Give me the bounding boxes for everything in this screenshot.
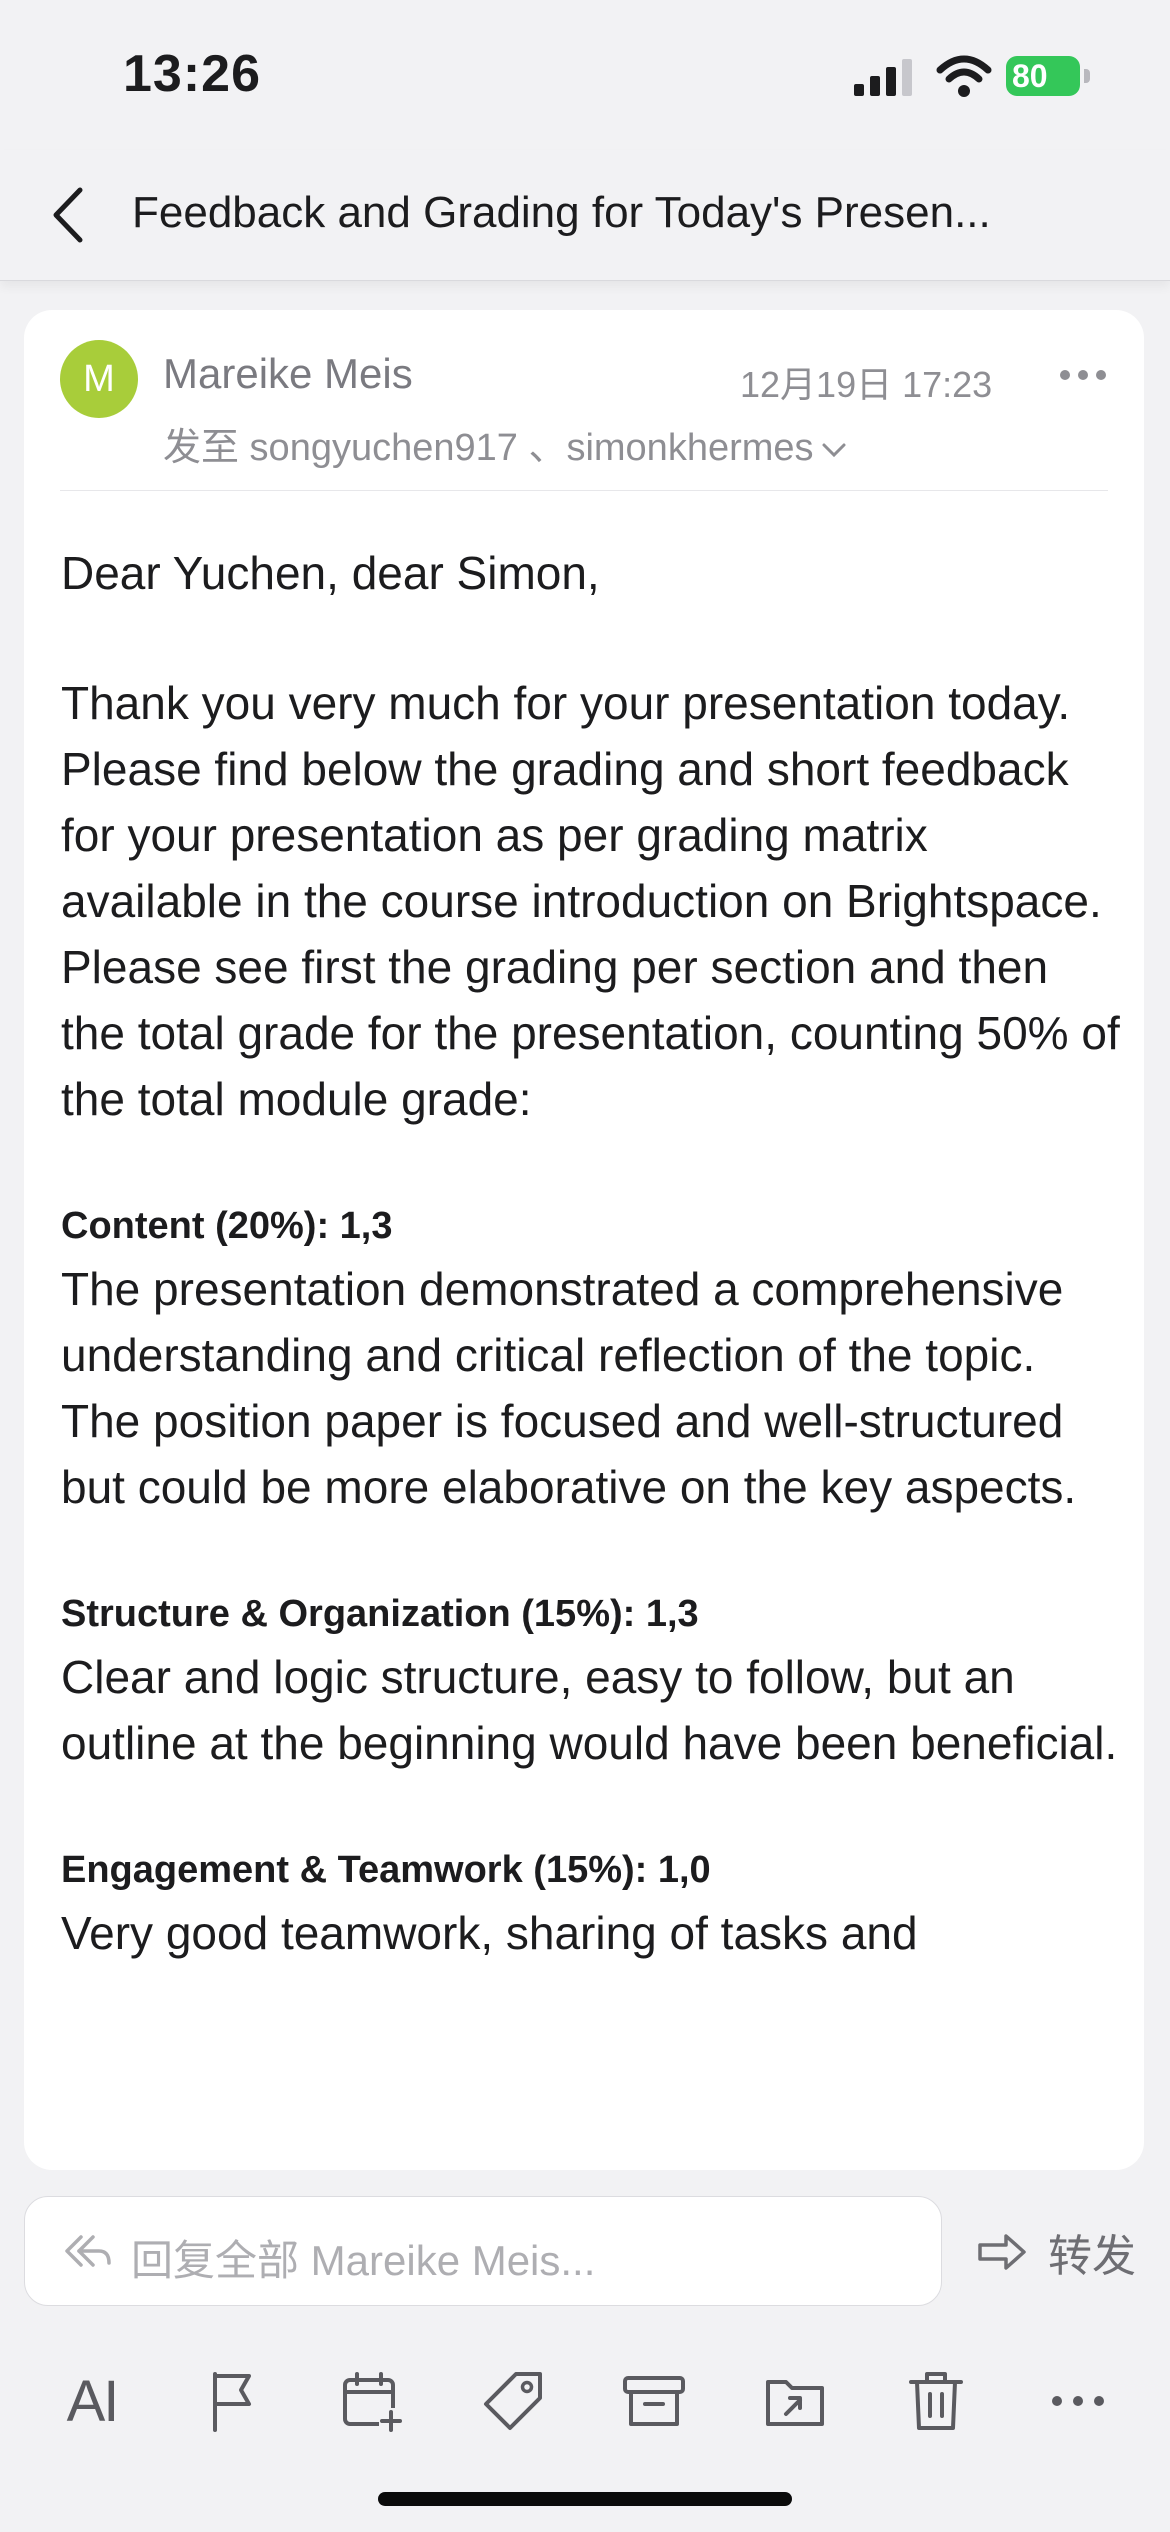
move-folder-button[interactable] [755,2356,835,2446]
section-text: Clear and logic structure, easy to follo… [61,1651,1118,1769]
status-time: 13:26 [123,45,261,103]
battery-indicator: 80 [1006,56,1096,98]
section-text: Very good teamwork, sharing of tasks and [61,1907,918,1959]
trash-button[interactable] [896,2356,976,2446]
reply-all-input[interactable]: 回复全部 Mareike Meis... [24,2196,942,2306]
more-actions-button[interactable] [1038,2356,1118,2446]
navigation-bar: Feedback and Grading for Today's Presen.… [0,150,1170,281]
archive-icon [623,2376,685,2426]
bottom-bar: 回复全部 Mareike Meis... 转发 AI [0,2170,1170,2532]
section-text: The presentation demonstrated a comprehe… [61,1263,1077,1513]
cellular-signal-icon [854,59,912,96]
more-icon[interactable] [1058,362,1108,388]
tag-button[interactable] [473,2356,553,2446]
archive-button[interactable] [614,2356,694,2446]
recipients-text: 发至 songyuchen917 、simonkhermes [163,427,814,469]
back-chevron-icon[interactable] [46,182,94,248]
ai-label: AI [66,2368,120,2434]
battery-level: 80 [1012,57,1048,94]
email-date: 12月19日 17:23 [740,364,993,405]
email-body: Dear Yuchen, dear Simon, Thank you very … [61,540,1121,1966]
trash-icon [909,2372,963,2430]
avatar[interactable]: M [60,340,138,418]
flag-button[interactable] [192,2356,272,2446]
calendar-add-button[interactable] [332,2356,412,2446]
section-heading: Content (20%): 1,3 [61,1205,393,1247]
section-heading: Structure & Organization (15%): 1,3 [61,1593,699,1635]
header-divider [60,490,1108,491]
more-icon [1052,2396,1104,2406]
forward-button[interactable]: 转发 [976,2222,1136,2282]
email-subject: Feedback and Grading for Today's Presen.… [132,188,991,237]
section-heading: Engagement & Teamwork (15%): 1,0 [61,1849,711,1891]
wifi-icon [936,55,992,97]
tag-icon [484,2372,542,2430]
reply-placeholder: 回复全部 Mareike Meis... [131,2237,596,2284]
forward-label: 转发 [1048,2232,1136,2281]
move-folder-icon [766,2380,824,2426]
home-indicator [378,2492,792,2506]
email-card: M Mareike Meis 12月19日 17:23 发至 songyuche… [24,310,1144,2170]
greeting: Dear Yuchen, dear Simon, [61,547,600,599]
sender-name[interactable]: Mareike Meis [163,350,413,398]
intro-paragraph: Thank you very much for your presentatio… [61,677,1120,1125]
reply-all-icon [65,2235,111,2267]
status-bar: 13:26 80 [0,0,1170,150]
flag-icon [213,2372,251,2432]
ai-button[interactable]: AI [52,2356,132,2446]
action-toolbar: AI [0,2356,1170,2466]
recipients-line[interactable]: 发至 songyuchen917 、simonkhermes [163,416,848,471]
calendar-add-icon [343,2372,403,2432]
chevron-down-icon[interactable] [820,440,848,460]
forward-icon [978,2234,1026,2270]
